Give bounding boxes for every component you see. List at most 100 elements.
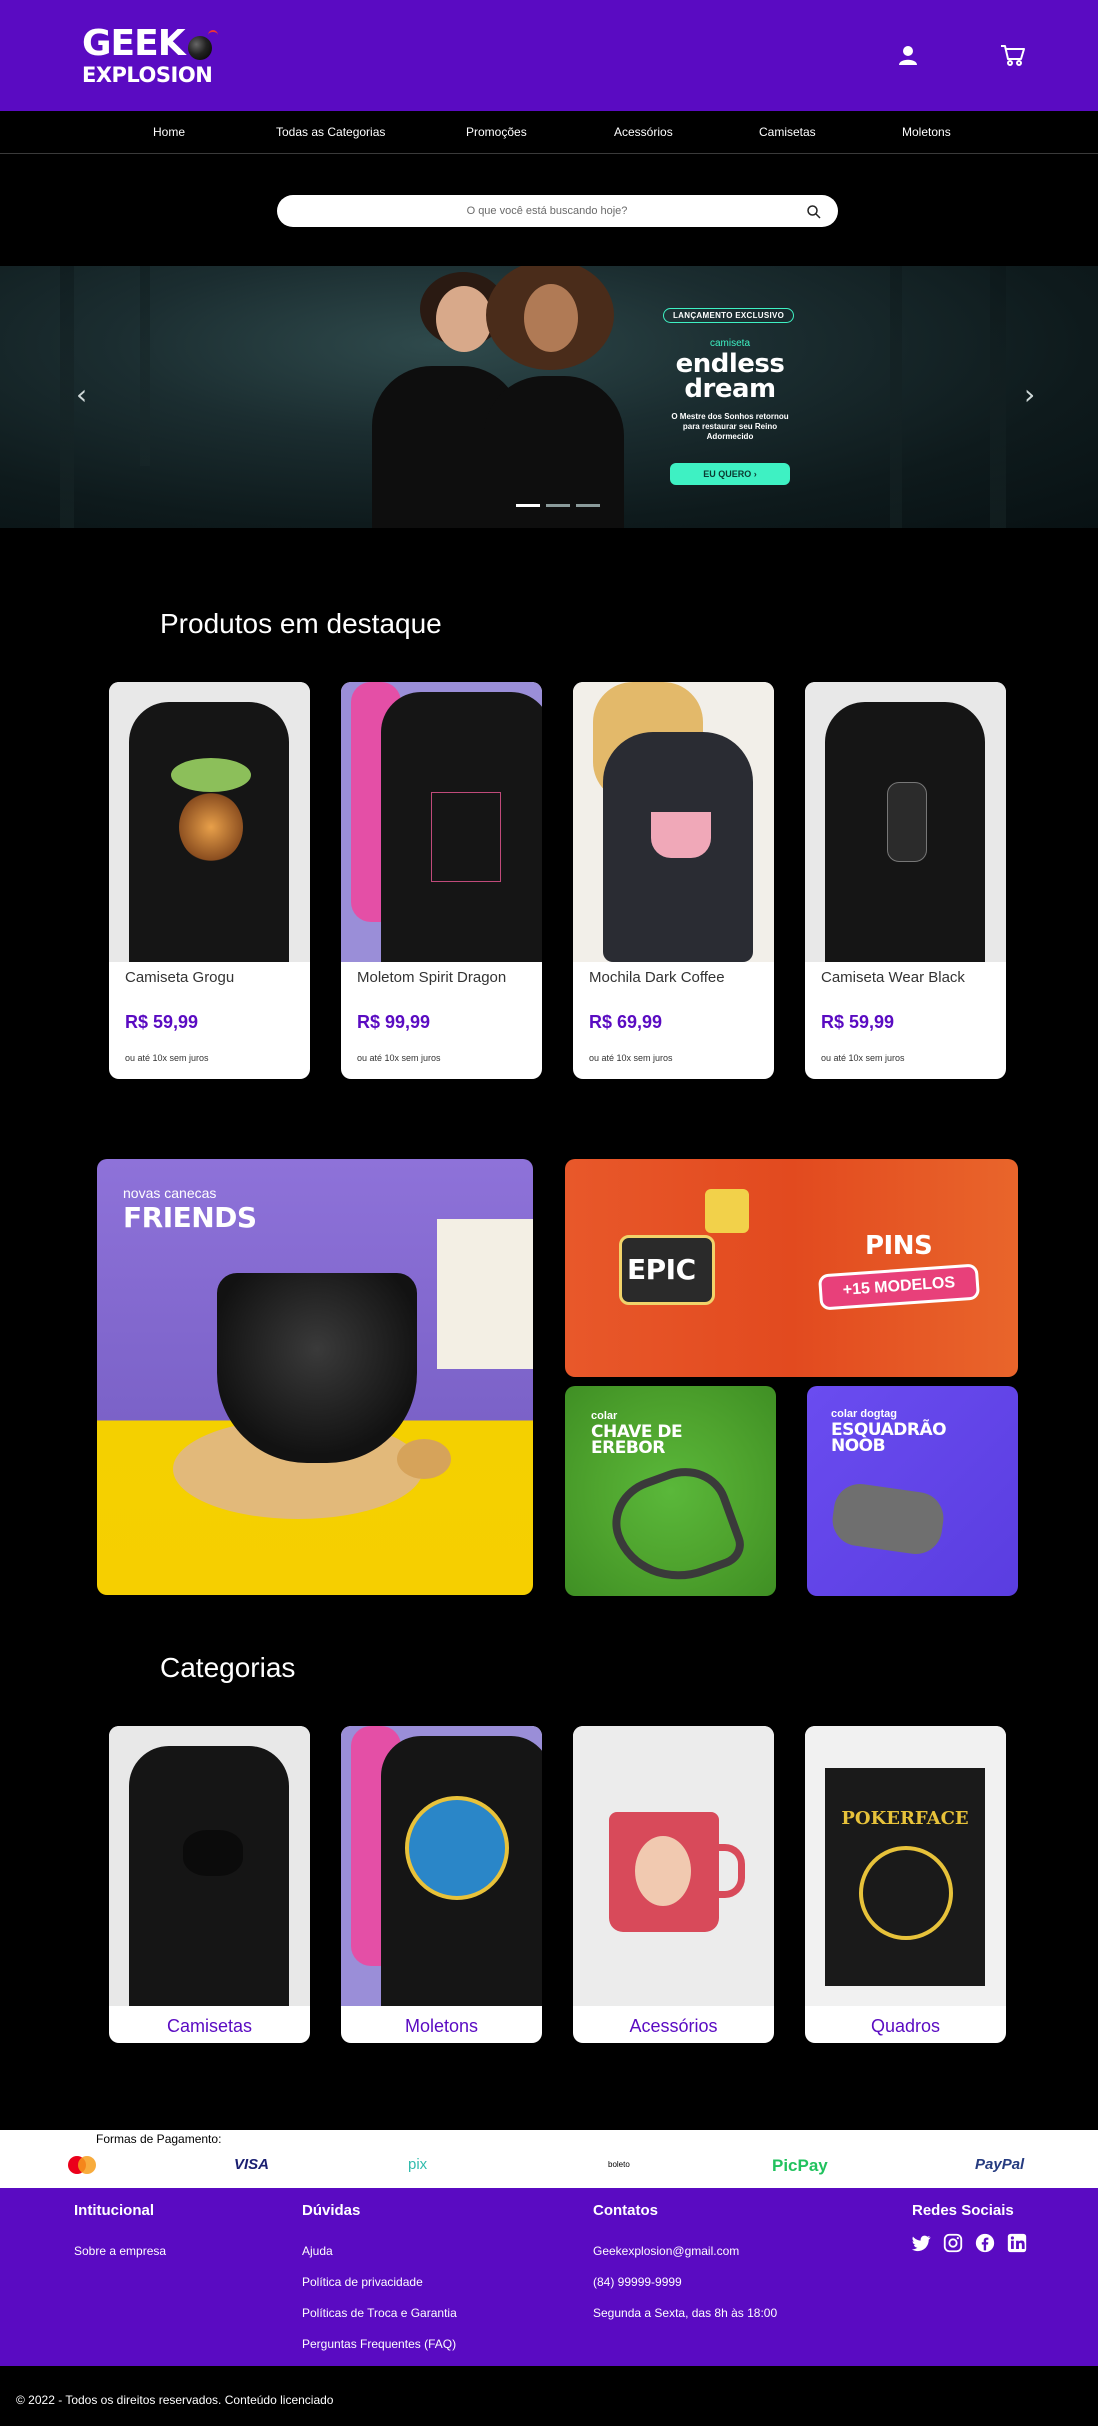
hero-title: endless dream xyxy=(675,349,785,404)
cookie xyxy=(397,1439,451,1479)
nav-promotions[interactable]: Promoções xyxy=(466,125,527,139)
coffee-cup-print xyxy=(651,812,711,858)
pins-epic-text: EPIC xyxy=(627,1253,696,1286)
category-name: Quadros xyxy=(870,2016,941,2036)
paypal-icon: PayPal xyxy=(975,2156,1025,2173)
footer-link-help[interactable]: Ajuda xyxy=(302,2244,333,2258)
friends-mug xyxy=(217,1273,417,1463)
product-installments: ou até 10x sem juros xyxy=(125,1053,209,1063)
facebook-icon[interactable] xyxy=(974,2232,996,2254)
product-image xyxy=(805,682,1006,962)
payment-methods: Formas de Pagamento: VISA pix boleto Pic… xyxy=(0,2130,1098,2188)
hero-subtitle: camiseta xyxy=(709,338,750,349)
twitter-icon[interactable] xyxy=(910,2232,932,2254)
product-price: R$ 59,99 xyxy=(125,1012,199,1032)
toothless-print xyxy=(183,1830,243,1876)
product-card[interactable]: Mochila Dark Coffee R$ 69,99 ou até 10x … xyxy=(573,682,774,1079)
product-image xyxy=(573,682,774,962)
category-image xyxy=(573,1726,774,2006)
user-icon[interactable] xyxy=(893,40,923,70)
carousel-dot[interactable] xyxy=(576,504,600,507)
mastercard-icon xyxy=(68,2156,96,2174)
cart-icon[interactable] xyxy=(998,40,1028,70)
visa-icon: VISA xyxy=(234,2156,270,2173)
footer-contact-phone[interactable]: (84) 99999-9999 xyxy=(593,2275,682,2289)
key-title: CHAVE DE EREBOR xyxy=(591,1422,683,1458)
product-image xyxy=(109,682,310,962)
tshirt-shape xyxy=(129,1746,289,2006)
hero-cta-button[interactable]: EU QUERO › xyxy=(670,463,790,485)
product-card[interactable]: Moletom Spirit Dragon R$ 99,99 ou até 10… xyxy=(341,682,542,1079)
category-image xyxy=(109,1726,310,2006)
carousel-dot[interactable] xyxy=(516,504,540,507)
noob-title: ESQUADRÃO NOOB xyxy=(831,1420,947,1456)
payment-label: Formas de Pagamento: xyxy=(96,2132,222,2146)
noob-subtitle: colar dogtag xyxy=(831,1408,898,1420)
logo[interactable]: GEEK EXPLOSION xyxy=(80,26,230,90)
carousel-next-icon[interactable]: › xyxy=(1024,378,1035,411)
picpay-icon: PicPay xyxy=(772,2156,828,2175)
pins-title: PINS xyxy=(865,1231,933,1261)
hero-description: O Mestre dos Sonhos retornou para restau… xyxy=(671,412,789,441)
carousel-prev-icon[interactable]: ‹ xyxy=(76,378,87,411)
footer-doubts-title: Dúvidas xyxy=(302,2202,361,2219)
category-image: POKERFACE xyxy=(805,1726,1006,2006)
category-name: Camisetas xyxy=(166,2016,253,2036)
category-card-quadros[interactable]: POKERFACE Quadros xyxy=(805,1726,1006,2043)
featured-title: Produtos em destaque xyxy=(160,608,442,639)
category-card-acessorios[interactable]: Acessórios xyxy=(573,1726,774,2043)
footer-link-returns[interactable]: Políticas de Troca e Garantia xyxy=(302,2306,457,2320)
key-subtitle: colar xyxy=(591,1410,618,1422)
nav-all-categories[interactable]: Todas as Categorias xyxy=(276,125,385,139)
footer-contact-hours: Segunda a Sexta, das 8h às 18:00 xyxy=(593,2306,778,2320)
product-card[interactable]: Camiseta Grogu R$ 59,99 ou até 10x sem j… xyxy=(109,682,310,1079)
friends-subtitle: novas canecas xyxy=(123,1185,217,1201)
site-footer: Intitucional Sobre a empresa Dúvidas Aju… xyxy=(0,2188,1098,2366)
carousel-dot[interactable] xyxy=(546,504,570,507)
care-club-print xyxy=(405,1796,509,1900)
nav-tshirts[interactable]: Camisetas xyxy=(759,125,816,139)
hero-carousel[interactable]: LANÇAMENTO EXCLUSIVO camiseta endless dr… xyxy=(0,266,1098,528)
footer-link-about[interactable]: Sobre a empresa xyxy=(74,2244,166,2258)
tree-decoration xyxy=(890,266,902,528)
poster-text: POKERFACE xyxy=(841,1808,969,1829)
nav-home[interactable]: Home xyxy=(153,125,185,139)
footer-link-privacy[interactable]: Política de privacidade xyxy=(302,2275,423,2289)
wednesday-print xyxy=(887,782,927,862)
footer-social-title: Redes Sociais xyxy=(912,2202,1014,2219)
product-card[interactable]: Camiseta Wear Black R$ 59,99 ou até 10x … xyxy=(805,682,1006,1079)
category-image xyxy=(341,1726,542,2006)
logo-line1: GEEK xyxy=(82,23,186,64)
footer-institutional-title: Intitucional xyxy=(74,2202,154,2219)
category-name: Acessórios xyxy=(629,2016,718,2036)
product-installments: ou até 10x sem juros xyxy=(357,1053,441,1063)
footer-contact-email[interactable]: Geekexplosion@gmail.com xyxy=(593,2244,739,2258)
friends-title: FRIENDS xyxy=(123,1201,257,1234)
key-shape xyxy=(599,1454,751,1596)
noob-dogtag-banner[interactable]: colar dogtag ESQUADRÃO NOOB xyxy=(807,1386,1018,1596)
search-icon[interactable] xyxy=(806,204,822,220)
instagram-icon[interactable] xyxy=(942,2232,964,2254)
main-nav: Home Todas as Categorias Promoções Acess… xyxy=(0,111,1098,154)
pins-badge: +15 MODELOS xyxy=(817,1263,981,1311)
footer-link-faq[interactable]: Perguntas Frequentes (FAQ) xyxy=(302,2337,456,2351)
friends-box xyxy=(437,1219,533,1369)
pins-banner[interactable]: EPIC PINS +15 MODELOS xyxy=(565,1159,1018,1377)
linkedin-icon[interactable] xyxy=(1006,2232,1028,2254)
category-card-moletons[interactable]: Moletons xyxy=(341,1726,542,2043)
nav-accessories[interactable]: Acessórios xyxy=(614,125,673,139)
poster-smiley xyxy=(859,1846,953,1940)
mug-face-print xyxy=(635,1836,691,1906)
friends-mug-banner[interactable]: novas canecas FRIENDS xyxy=(97,1159,533,1595)
tree-decoration xyxy=(140,266,150,466)
categories-title: Categorias xyxy=(160,1652,296,1683)
grogu-ears xyxy=(171,758,251,792)
hero-tag: LANÇAMENTO EXCLUSIVO xyxy=(663,308,795,323)
carousel-dots xyxy=(516,504,600,507)
footer-contacts-title: Contatos xyxy=(593,2202,658,2219)
search-input[interactable] xyxy=(297,195,797,227)
nav-hoodies[interactable]: Moletons xyxy=(902,125,951,139)
pix-icon: pix xyxy=(408,2156,428,2173)
category-card-camisetas[interactable]: Camisetas xyxy=(109,1726,310,2043)
erebor-key-banner[interactable]: colar CHAVE DE EREBOR xyxy=(565,1386,776,1596)
